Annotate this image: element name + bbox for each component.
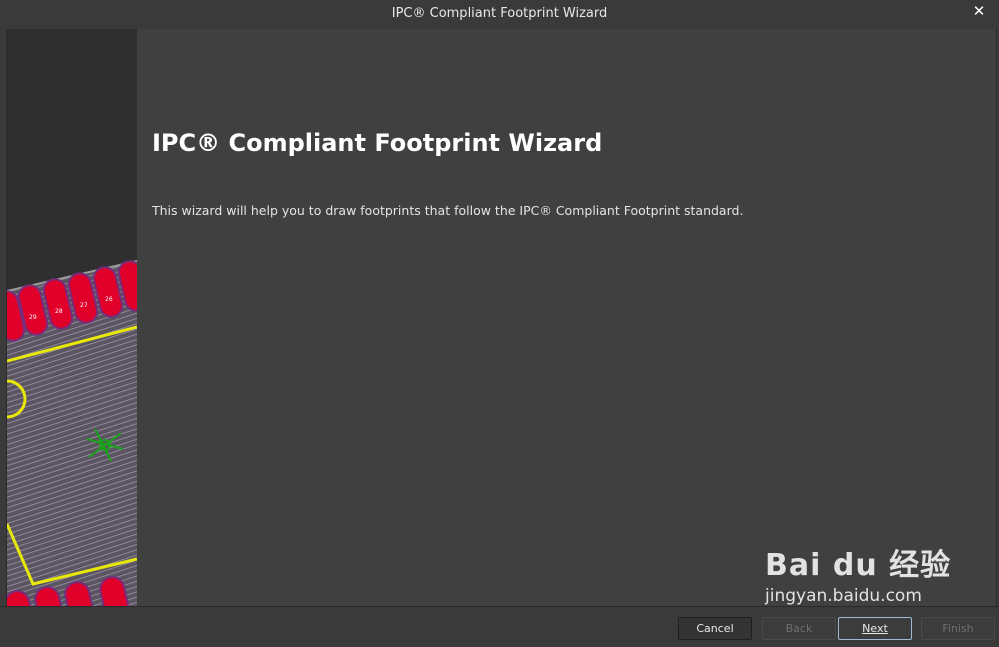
content-frame: 29 28 27 26 IPC® Compliant Footprint Wiz… [6,29,997,606]
pad-label: 28 [55,308,63,315]
wizard-window: IPC® Compliant Footprint Wizard ✕ 29 28 … [0,0,999,647]
pcb-illustration: 29 28 27 26 [7,29,137,606]
watermark-url: jingyan.baidu.com [765,586,922,606]
watermark-brand: Bai du 经验 [765,548,952,583]
button-bar: Cancel Back Next Finish [0,606,999,647]
pad-label: 29 [29,314,37,321]
baidu-watermark: Bai du 经验 jingyan.baidu.com [765,540,951,606]
title-bar: IPC® Compliant Footprint Wizard ✕ [0,0,999,29]
window-title: IPC® Compliant Footprint Wizard [391,6,608,21]
wizard-description: This wizard will help you to draw footpr… [152,203,744,218]
next-button[interactable]: Next [838,617,912,640]
cancel-button[interactable]: Cancel [678,617,752,640]
back-button[interactable]: Back [762,617,836,640]
finish-button[interactable]: Finish [921,617,995,640]
close-icon[interactable]: ✕ [969,2,989,22]
pad-label: 26 [105,296,113,303]
pad-label: 27 [80,302,88,309]
side-panel-pcb-image: 29 28 27 26 [7,29,137,606]
page-title: IPC® Compliant Footprint Wizard [152,129,603,157]
